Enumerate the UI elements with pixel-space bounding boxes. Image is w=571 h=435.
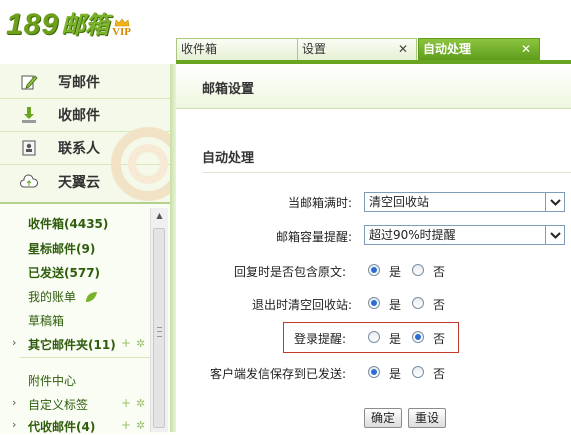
cloud-icon bbox=[20, 173, 38, 191]
sidebar-item-label: 联系人 bbox=[58, 141, 100, 157]
folder-count: (11) bbox=[88, 338, 116, 352]
reset-button[interactable]: 重设 bbox=[408, 408, 446, 428]
vip-label: VIP bbox=[112, 26, 132, 38]
folder-label: 已发送 bbox=[28, 266, 65, 280]
expand-arrow-icon[interactable]: › bbox=[12, 396, 16, 409]
reply-include-label: 回复时是否包含原文: bbox=[233, 265, 346, 279]
tab-label: 自动处理 bbox=[423, 42, 472, 56]
vip-badge: VIP bbox=[112, 18, 131, 38]
add-icon[interactable]: + bbox=[121, 396, 131, 410]
folder-label: 草稿箱 bbox=[28, 314, 65, 328]
expand-arrow-icon[interactable]: › bbox=[12, 336, 16, 349]
tab-label: 设置 bbox=[302, 42, 327, 56]
logo-name: 邮箱 bbox=[61, 11, 110, 39]
tab-auto-process[interactable]: 自动处理 ✕ bbox=[418, 38, 540, 60]
capacity-label: 邮箱容量提醒: bbox=[275, 230, 352, 244]
sidebar-item-label: 天翼云 bbox=[58, 174, 100, 191]
login-yes-radio[interactable] bbox=[368, 331, 380, 343]
radio-label: 否 bbox=[433, 298, 446, 312]
add-icon[interactable]: + bbox=[121, 418, 131, 432]
client-save-label: 客户端发信保存到已发送: bbox=[209, 367, 346, 381]
folder-count: (4435) bbox=[64, 217, 109, 231]
select-value: 超过90%时提醒 bbox=[369, 228, 456, 242]
sidebar-item-label: 写邮件 bbox=[58, 75, 100, 91]
folder-label: 我的账单 bbox=[28, 290, 77, 304]
tab-label: 收件箱 bbox=[181, 42, 218, 56]
logout-clear-label: 退出时清空回收站: bbox=[251, 298, 352, 312]
folder-label: 其它邮件夹 bbox=[28, 338, 89, 352]
select-value: 清空回收站 bbox=[369, 195, 430, 209]
close-icon[interactable]: ✕ bbox=[521, 39, 531, 60]
chevron-down-icon[interactable] bbox=[545, 226, 564, 244]
folder-custom-tags[interactable]: 自定义标签 bbox=[28, 396, 88, 413]
login-no-radio[interactable] bbox=[412, 331, 424, 343]
sidebar-item-compose[interactable]: 写邮件 bbox=[0, 66, 170, 99]
radio-label: 否 bbox=[433, 367, 446, 381]
close-icon[interactable]: ✕ bbox=[398, 39, 408, 60]
radio-label: 是 bbox=[389, 332, 402, 346]
folder-label: 星标邮件 bbox=[28, 242, 77, 256]
radio-label: 否 bbox=[433, 332, 446, 346]
reply-no-radio[interactable] bbox=[412, 264, 424, 276]
page-title: 邮箱设置 bbox=[202, 82, 255, 97]
folder-label: 收件箱 bbox=[28, 217, 65, 231]
divider bbox=[202, 172, 571, 173]
scrollbar-thumb[interactable] bbox=[153, 228, 165, 428]
tab-inbox[interactable]: 收件箱 bbox=[176, 38, 298, 60]
client-no-radio[interactable] bbox=[412, 366, 424, 378]
brand-logo: 189 邮箱 VIP bbox=[6, 4, 131, 42]
expand-arrow-icon[interactable]: › bbox=[12, 418, 16, 431]
logout-yes-radio[interactable] bbox=[368, 297, 380, 309]
folder-count: (9) bbox=[76, 242, 96, 256]
radio-label: 否 bbox=[433, 265, 446, 279]
reply-yes-radio[interactable] bbox=[368, 264, 380, 276]
folder-inbox[interactable]: 收件箱(4435) bbox=[28, 215, 108, 232]
tab-settings[interactable]: 设置 ✕ bbox=[297, 38, 417, 60]
sidebar-item-label: 收邮件 bbox=[58, 108, 100, 124]
compose-icon bbox=[20, 73, 38, 91]
chevron-down-icon[interactable] bbox=[545, 193, 564, 211]
contacts-icon bbox=[20, 139, 38, 157]
folder-drafts[interactable]: 草稿箱 bbox=[28, 312, 64, 329]
logo-number: 189 bbox=[6, 8, 60, 41]
folder-label: 附件中心 bbox=[28, 374, 77, 388]
logout-no-radio[interactable] bbox=[412, 297, 424, 309]
mailbox-full-select[interactable]: 清空回收站 bbox=[364, 192, 565, 212]
folder-attachments[interactable]: 附件中心 bbox=[28, 372, 76, 389]
folder-count: (577) bbox=[64, 266, 101, 280]
settings-header: 邮箱设置 bbox=[176, 64, 571, 109]
folder-other[interactable]: 其它邮件夹(11) bbox=[28, 336, 116, 353]
folder-starred[interactable]: 星标邮件(9) bbox=[28, 240, 95, 257]
gear-icon[interactable]: ✲ bbox=[136, 337, 145, 350]
mailbox-full-label: 当邮箱满时: bbox=[287, 196, 352, 210]
scroll-up-icon[interactable]: ▲ bbox=[151, 208, 168, 224]
grip-icon bbox=[157, 327, 162, 337]
confirm-button[interactable]: 确定 bbox=[364, 408, 402, 428]
gear-icon[interactable]: ✲ bbox=[136, 419, 145, 432]
decorative-swirl-icon bbox=[111, 127, 170, 201]
capacity-select[interactable]: 超过90%时提醒 bbox=[364, 225, 565, 245]
receive-icon bbox=[20, 106, 38, 124]
section-title: 自动处理 bbox=[202, 151, 255, 166]
folder-my-bills[interactable]: 我的账单 bbox=[28, 288, 98, 305]
radio-label: 是 bbox=[389, 265, 402, 279]
folder-label: 自定义标签 bbox=[28, 398, 89, 412]
login-reminder-label: 登录提醒: bbox=[293, 332, 346, 346]
folder-proxy-mail[interactable]: 代收邮件(4) bbox=[28, 418, 95, 435]
add-icon[interactable]: + bbox=[121, 336, 131, 350]
gear-icon[interactable]: ✲ bbox=[136, 397, 145, 410]
radio-label: 是 bbox=[389, 367, 402, 381]
sidebar-scrollbar[interactable]: ▲ bbox=[150, 208, 168, 432]
client-yes-radio[interactable] bbox=[368, 366, 380, 378]
leaf-icon bbox=[85, 292, 97, 302]
radio-label: 是 bbox=[389, 298, 402, 312]
folder-sent[interactable]: 已发送(577) bbox=[28, 264, 100, 281]
tab-bar: 收件箱 设置 ✕ 自动处理 ✕ bbox=[176, 38, 571, 61]
divider bbox=[20, 357, 150, 358]
